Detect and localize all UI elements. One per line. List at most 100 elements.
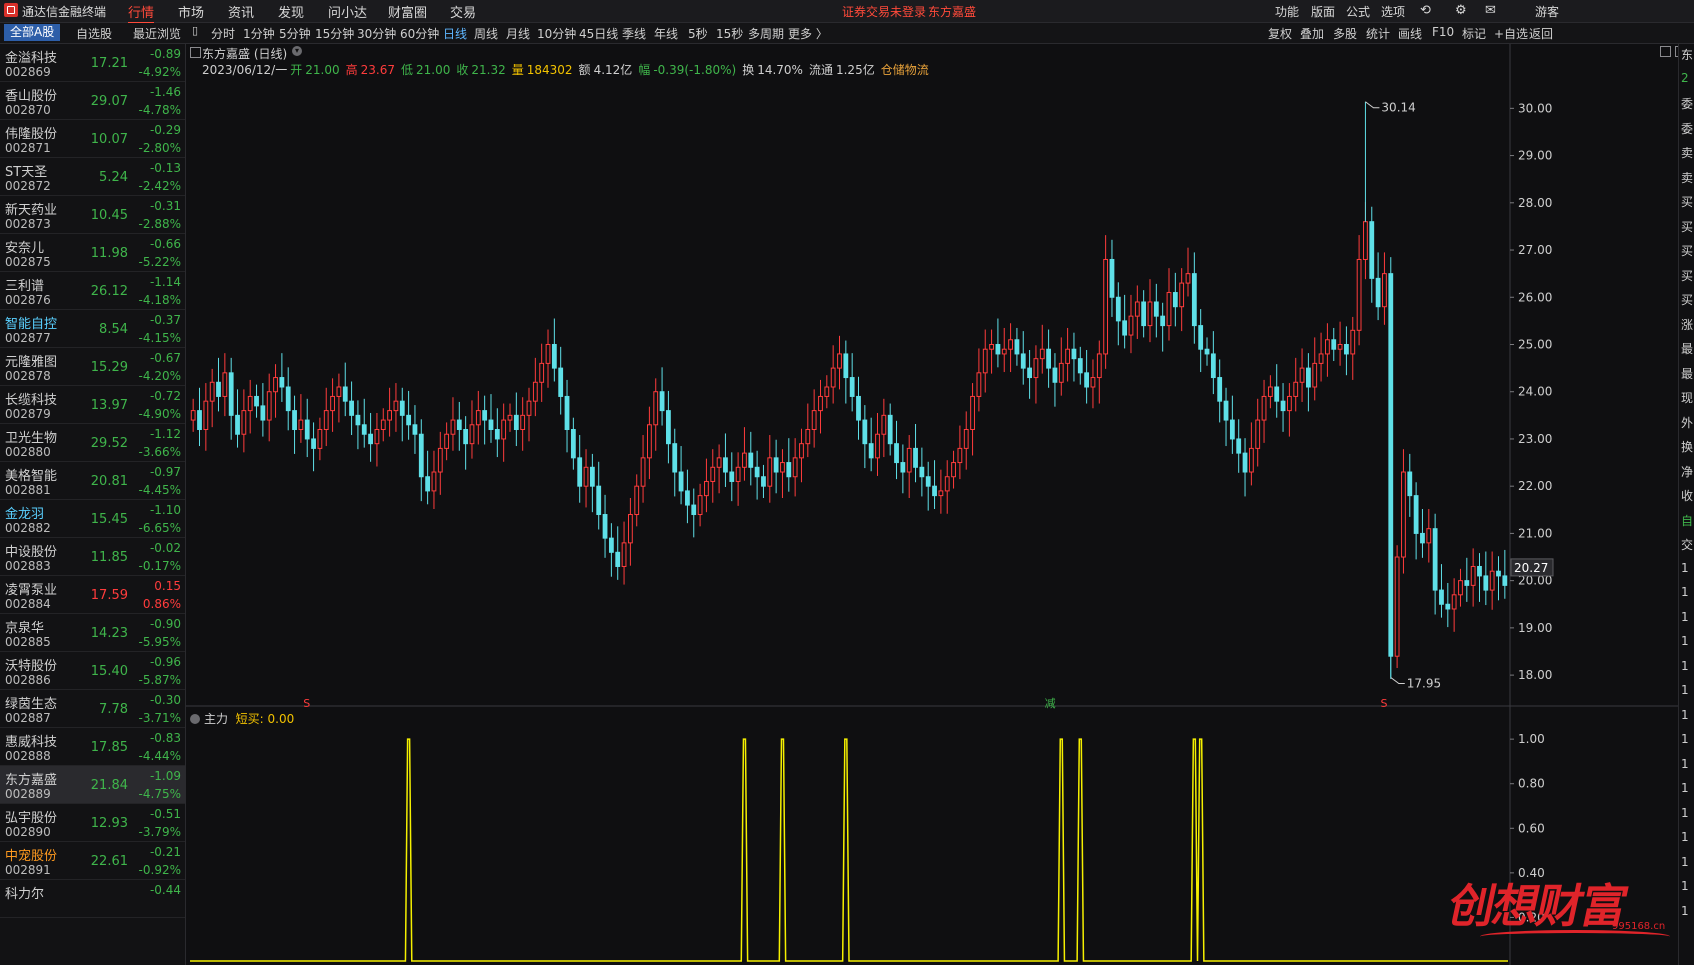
tool-add-watch[interactable]: +自选	[1494, 25, 1528, 42]
stock-row[interactable]: 香山股份 002870 29.07 -1.46 -4.78%	[0, 82, 185, 120]
tool-draw[interactable]: 画线	[1398, 25, 1422, 42]
candle-body	[1096, 353, 1102, 379]
notice-stock[interactable]: 东方嘉盛	[928, 3, 976, 20]
period-10min[interactable]: 10分钟	[537, 25, 576, 42]
stock-change: -1.12	[149, 427, 181, 441]
stock-row[interactable]: 凌霄泵业 002884 17.59 0.15 0.86%	[0, 576, 185, 614]
candle-body	[951, 462, 956, 478]
period-60min[interactable]: 60分钟	[400, 25, 439, 42]
candle-body	[767, 457, 773, 487]
menu-news[interactable]: 资讯	[228, 2, 254, 21]
period-1min[interactable]: 1分钟	[243, 25, 275, 42]
menu-ask[interactable]: 问小达	[328, 2, 367, 21]
stock-row[interactable]: 中设股份 002883 11.85 -0.02 -0.17%	[0, 538, 185, 576]
panel-toggle-icon[interactable]: ▯	[192, 24, 198, 37]
tool-multi-stock[interactable]: 多股	[1333, 25, 1357, 42]
menu-wealth-circle[interactable]: 财富圈	[388, 2, 427, 21]
candle-body	[1027, 367, 1032, 379]
stock-row[interactable]: 元隆雅图 002878 15.29 -0.67 -4.20%	[0, 348, 185, 386]
candle-body	[1058, 362, 1064, 383]
stock-name: ST天圣	[5, 165, 48, 180]
candle-body	[811, 410, 817, 431]
candlestick-chart[interactable]: 18.00 19.00 2 0.00 21.00 22.00 23.00 24.00 25.00…	[186, 44, 1694, 965]
tool-adjust[interactable]: 复权	[1268, 25, 1292, 42]
period-weekly[interactable]: 周线	[474, 25, 498, 42]
indicator-name[interactable]: 主力	[204, 712, 228, 726]
menu-market[interactable]: 市场	[178, 2, 204, 21]
menu-trade[interactable]: 交易	[450, 2, 476, 21]
menu-market-quotes[interactable]: 行情	[128, 2, 155, 24]
tool-layout[interactable]: 版面	[1311, 3, 1335, 20]
mail-icon[interactable]: ✉	[1485, 3, 1496, 18]
stock-name: 科力尔	[5, 887, 45, 902]
stock-row[interactable]: 智能自控 002877 8.54 -0.37 -4.15%	[0, 310, 185, 348]
candle-body	[1299, 367, 1305, 383]
period-yearly[interactable]: 年线	[654, 25, 678, 42]
stock-row[interactable]: 京泉华 002885 14.23 -0.90 -5.95%	[0, 614, 185, 652]
period-daily[interactable]: 日线	[443, 25, 467, 42]
stock-row[interactable]: 美格智能 002881 20.81 -0.97 -4.45%	[0, 462, 185, 500]
menu-discover[interactable]: 发现	[278, 2, 304, 21]
gear-icon[interactable]: ⚙	[1455, 3, 1467, 18]
right-panel-label: 东	[1681, 48, 1694, 62]
stock-name: 三利谱	[5, 279, 45, 294]
candle-body	[646, 424, 652, 459]
candle-body	[545, 343, 551, 364]
period-45day[interactable]: 45日线	[579, 25, 618, 42]
indicator-toggle-icon[interactable]	[190, 714, 200, 724]
tab-watchlist[interactable]: 自选股	[76, 25, 112, 42]
stock-row[interactable]: 三利谱 002876 26.12 -1.14 -4.18%	[0, 272, 185, 310]
stock-row[interactable]: 安奈儿 002875 11.98 -0.66 -5.22%	[0, 234, 185, 272]
period-5sec[interactable]: 5秒	[688, 25, 708, 42]
tool-overlay[interactable]: 叠加	[1300, 25, 1324, 42]
stock-row[interactable]: 沃特股份 002886 15.40 -0.96 -5.87%	[0, 652, 185, 690]
period-15min[interactable]: 15分钟	[315, 25, 354, 42]
candle-body	[1280, 400, 1286, 412]
stock-row[interactable]: 新天药业 002873 10.45 -0.31 -2.88%	[0, 196, 185, 234]
stock-change: -0.51	[149, 807, 181, 821]
stock-row[interactable]: 卫光生物 002880 29.52 -1.12 -3.66%	[0, 424, 185, 462]
period-multi[interactable]: 多周期	[748, 25, 784, 42]
title-bar: 通达信金融终端 行情 市场 资讯 发现 问小达 财富圈 交易 证券交易未登录 东…	[0, 0, 1694, 24]
tool-formula[interactable]: 公式	[1346, 3, 1370, 20]
candle-body	[336, 386, 342, 397]
login-notice[interactable]: 证券交易未登录	[842, 3, 926, 20]
stock-row[interactable]: 科力尔 -0.44	[0, 880, 185, 918]
tool-functions[interactable]: 功能	[1275, 3, 1299, 20]
period-15sec[interactable]: 15秒	[716, 25, 743, 42]
tool-f10[interactable]: F10	[1432, 25, 1454, 39]
stock-price: 7.78	[99, 702, 128, 717]
stock-row[interactable]: 惠威科技 002888 17.85 -0.83 -4.44%	[0, 728, 185, 766]
candle-body	[577, 457, 583, 487]
stock-row[interactable]: 长缆科技 002879 13.97 -0.72 -4.90%	[0, 386, 185, 424]
stock-row[interactable]: 绿茵生态 002887 7.78 -0.30 -3.71%	[0, 690, 185, 728]
y-tick-label: 25.00	[1518, 337, 1552, 351]
stock-price: 14.23	[90, 626, 128, 641]
stock-change: -0.29	[149, 123, 181, 137]
stock-row[interactable]: 金溢科技 002869 17.21 -0.89 -4.92%	[0, 44, 185, 82]
candle-body	[735, 466, 741, 482]
tool-back[interactable]: 返回	[1529, 25, 1553, 42]
tool-options[interactable]: 选项	[1381, 3, 1405, 20]
period-5min[interactable]: 5分钟	[279, 25, 311, 42]
stock-row[interactable]: ST天圣 002872 5.24 -0.13 -2.42%	[0, 158, 185, 196]
tool-stats[interactable]: 统计	[1366, 25, 1390, 42]
stock-row[interactable]: 伟隆股份 002871 10.07 -0.29 -2.80%	[0, 120, 185, 158]
tab-recent[interactable]: 最近浏览	[133, 25, 181, 42]
right-panel-label: 收	[1681, 489, 1694, 503]
stock-row[interactable]: 中宠股份 002891 22.61 -0.21 -0.92%	[0, 842, 185, 880]
user-label[interactable]: 游客	[1535, 3, 1559, 20]
stock-name: 沃特股份	[5, 659, 58, 674]
stock-row[interactable]: 东方嘉盛 002889 21.84 -1.09 -4.75%	[0, 766, 185, 804]
period-monthly[interactable]: 月线	[506, 25, 530, 42]
tool-mark[interactable]: 标记	[1462, 25, 1486, 42]
period-tick[interactable]: 分时	[211, 25, 235, 42]
period-quarterly[interactable]: 季线	[622, 25, 646, 42]
tab-all-a-shares[interactable]: 全部A股	[4, 24, 61, 41]
stock-row[interactable]: 弘宇股份 002890 12.93 -0.51 -3.79%	[0, 804, 185, 842]
stock-row[interactable]: 金龙羽 002882 15.45 -1.10 -6.65%	[0, 500, 185, 538]
period-30min[interactable]: 30分钟	[357, 25, 396, 42]
period-more[interactable]: 更多 〉	[788, 25, 828, 42]
candle-body	[399, 400, 405, 416]
refresh-icon[interactable]: ⟲	[1420, 3, 1431, 18]
